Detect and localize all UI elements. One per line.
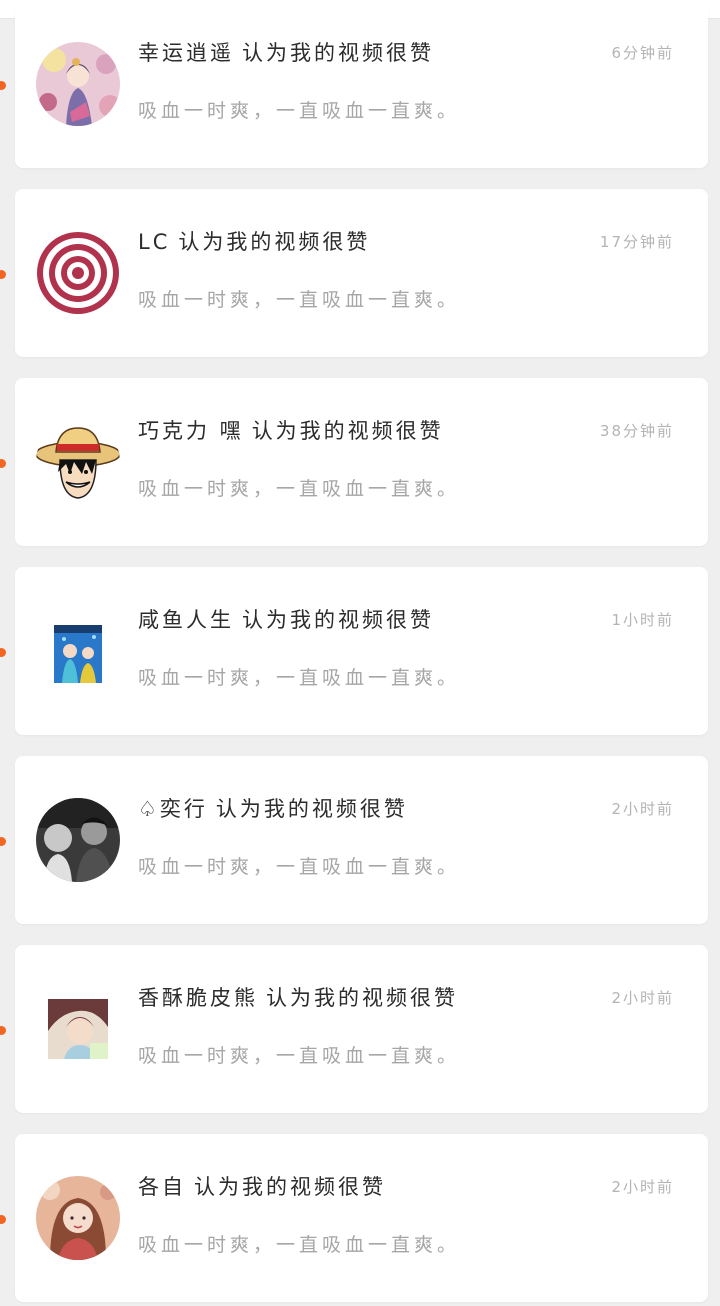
notification-list: 幸运逍遥 认为我的视频很赞 吸血一时爽，一直吸血一直爽。 6分钟前 LC 认为我的视频很… <box>0 0 720 1306</box>
notification-title: 咸鱼人生 认为我的视频很赞 <box>138 604 434 634</box>
notification-card[interactable]: ♤奕行 认为我的视频很赞吸血一时爽，一直吸血一直爽。 2小时前 <box>0 756 708 924</box>
user-name[interactable]: 幸运逍遥 <box>138 41 234 65</box>
user-name[interactable]: 咸鱼人生 <box>138 608 234 632</box>
unread-dot <box>0 648 6 657</box>
timestamp: 17分钟前 <box>599 233 674 251</box>
notification-card[interactable]: 巧克力 嘿认为我的视频很赞吸血一时爽，一直吸血一直爽。 38分钟前 <box>0 378 708 546</box>
user-name[interactable]: 各自 <box>138 1175 186 1199</box>
anime-boy-avatar[interactable] <box>36 987 120 1071</box>
unread-dot <box>0 1215 6 1224</box>
notification-title: 幸运逍遥 认为我的视频很赞 <box>138 37 434 67</box>
notification-title: 香酥脆皮熊 认为我的视频很赞 <box>138 982 458 1012</box>
timestamp: 2小时前 <box>611 1178 674 1196</box>
user-name[interactable]: 香酥脆皮熊 <box>138 986 258 1010</box>
notification-card[interactable]: 幸运逍遥 认为我的视频很赞吸血一时爽，一直吸血一直爽。 6分钟前 <box>0 0 708 168</box>
notification-card[interactable]: 咸鱼人生 认为我的视频很赞吸血一时爽，一直吸血一直爽。 1小时前 <box>0 567 708 735</box>
bw-photo-avatar[interactable] <box>36 798 120 882</box>
notification-title: 巧克力 嘿认为我的视频很赞 <box>138 415 444 445</box>
unread-dot <box>0 270 6 279</box>
comment-preview: 吸血一时爽，一直吸血一直爽。 <box>138 478 461 500</box>
user-name[interactable]: LC <box>138 230 170 254</box>
notification-action: 认为我的视频很赞 <box>194 1175 386 1199</box>
unread-dot <box>0 1026 6 1035</box>
notification-action: 认为我的视频很赞 <box>242 41 434 65</box>
timestamp: 2小时前 <box>611 989 674 1007</box>
comment-preview: 吸血一时爽，一直吸血一直爽。 <box>138 856 461 878</box>
notification-title: 各自 认为我的视频很赞 <box>138 1171 386 1201</box>
comment-preview: 吸血一时爽，一直吸血一直爽。 <box>138 100 461 122</box>
notification-title: ♤奕行 认为我的视频很赞 <box>138 793 408 823</box>
timestamp: 1小时前 <box>611 611 674 629</box>
notification-card[interactable]: LC 认为我的视频很赞吸血一时爽，一直吸血一直爽。 17分钟前 <box>0 189 708 357</box>
straw-hat-avatar[interactable] <box>36 420 120 504</box>
user-name[interactable]: 巧克力 嘿 <box>138 419 244 443</box>
comment-preview: 吸血一时爽，一直吸血一直爽。 <box>138 1045 461 1067</box>
unread-dot <box>0 81 6 90</box>
notification-card[interactable]: 香酥脆皮熊 认为我的视频很赞吸血一时爽，一直吸血一直爽。 2小时前 <box>0 945 708 1113</box>
comment-preview: 吸血一时爽，一直吸血一直爽。 <box>138 1234 461 1256</box>
unread-dot <box>0 837 6 846</box>
timestamp: 6分钟前 <box>611 44 674 62</box>
timestamp: 2小时前 <box>611 800 674 818</box>
notification-action: 认为我的视频很赞 <box>242 608 434 632</box>
notification-action: 认为我的视频很赞 <box>266 986 458 1010</box>
timestamp: 38分钟前 <box>599 422 674 440</box>
notification-action: 认为我的视频很赞 <box>251 419 444 443</box>
notification-title: LC 认为我的视频很赞 <box>138 226 370 256</box>
anime-girl-avatar[interactable] <box>36 42 120 126</box>
notification-card[interactable]: 各自 认为我的视频很赞吸血一时爽，一直吸血一直爽。 2小时前 <box>0 1134 708 1302</box>
comment-preview: 吸血一时爽，一直吸血一直爽。 <box>138 667 461 689</box>
target-rings-avatar[interactable] <box>36 231 120 315</box>
anime-poster-avatar[interactable] <box>36 609 120 693</box>
girl-photo-avatar[interactable] <box>36 1176 120 1260</box>
notification-action: 认为我的视频很赞 <box>178 230 371 254</box>
notification-action: 认为我的视频很赞 <box>215 797 408 821</box>
comment-preview: 吸血一时爽，一直吸血一直爽。 <box>138 289 461 311</box>
unread-dot <box>0 459 6 468</box>
user-name[interactable]: ♤奕行 <box>138 797 208 821</box>
